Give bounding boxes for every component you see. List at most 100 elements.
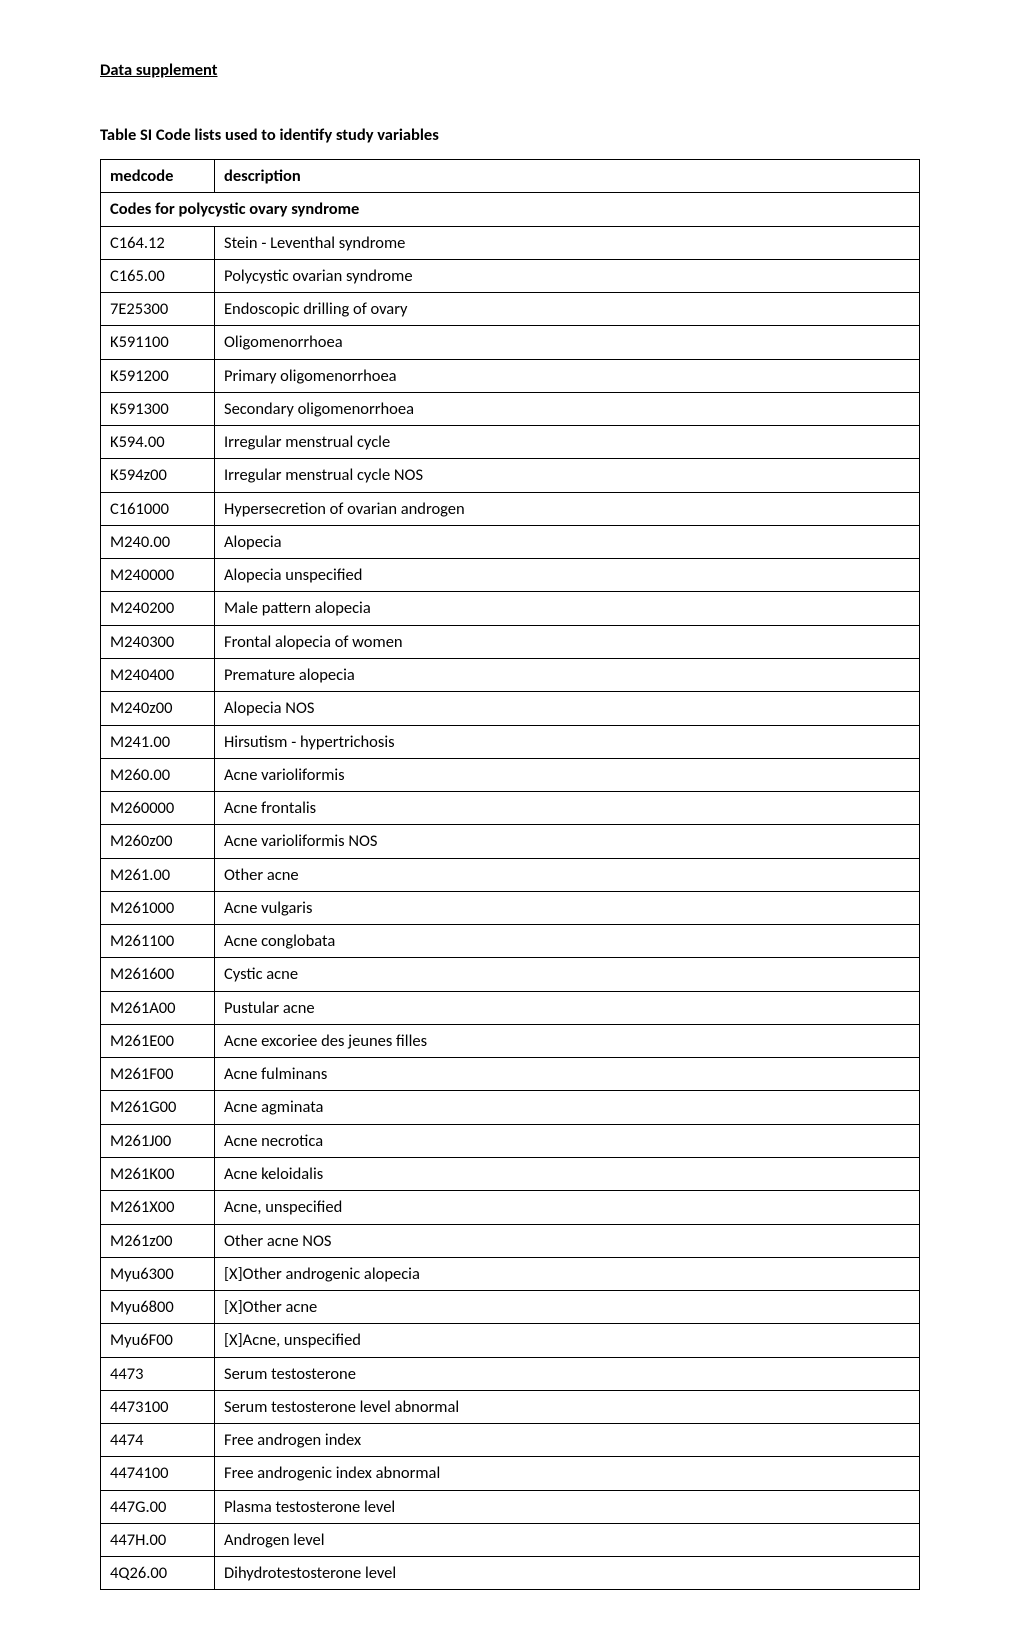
description-cell: Secondary oligomenorrhoea	[215, 392, 920, 425]
medcode-cell: 4474	[101, 1424, 215, 1457]
table-row: M240300Frontal alopecia of women	[101, 625, 920, 658]
medcode-cell: 4473100	[101, 1390, 215, 1423]
description-cell: Alopecia	[215, 525, 920, 558]
table-row: 4473Serum testosterone	[101, 1357, 920, 1390]
medcode-cell: K591100	[101, 326, 215, 359]
table-row: M261E00Acne excoriee des jeunes filles	[101, 1024, 920, 1057]
description-cell: [X]Acne, unspecified	[215, 1324, 920, 1357]
medcode-cell: M240.00	[101, 525, 215, 558]
description-cell: Pustular acne	[215, 991, 920, 1024]
description-cell: Other acne	[215, 858, 920, 891]
medcode-cell: C165.00	[101, 259, 215, 292]
description-cell: Oligomenorrhoea	[215, 326, 920, 359]
table-row: M240000Alopecia unspecified	[101, 559, 920, 592]
table-row: 447H.00Androgen level	[101, 1523, 920, 1556]
description-cell: Alopecia NOS	[215, 692, 920, 725]
description-cell: Serum testosterone	[215, 1357, 920, 1390]
table-row: M261F00Acne fulminans	[101, 1058, 920, 1091]
document-heading: Data supplement	[100, 60, 920, 80]
medcode-cell: K594z00	[101, 459, 215, 492]
medcode-cell: M261J00	[101, 1124, 215, 1157]
medcode-cell: 4473	[101, 1357, 215, 1390]
description-cell: Dihydrotestosterone level	[215, 1557, 920, 1590]
table-row: M261G00Acne agminata	[101, 1091, 920, 1124]
description-cell: Acne frontalis	[215, 792, 920, 825]
table-row: M261X00Acne, unspecified	[101, 1191, 920, 1224]
description-cell: Acne vulgaris	[215, 891, 920, 924]
table-row: C165.00Polycystic ovarian syndrome	[101, 259, 920, 292]
table-row: 4474100Free androgenic index abnormal	[101, 1457, 920, 1490]
table-row: K591100Oligomenorrhoea	[101, 326, 920, 359]
table-row: M240200Male pattern alopecia	[101, 592, 920, 625]
medcode-cell: 7E25300	[101, 293, 215, 326]
description-cell: Alopecia unspecified	[215, 559, 920, 592]
table-row: K594z00Irregular menstrual cycle NOS	[101, 459, 920, 492]
description-cell: Hirsutism - hypertrichosis	[215, 725, 920, 758]
description-cell: Acne fulminans	[215, 1058, 920, 1091]
table-row: C161000Hypersecretion of ovarian androge…	[101, 492, 920, 525]
table-row: M260.00Acne varioliformis	[101, 758, 920, 791]
table-row: M240z00Alopecia NOS	[101, 692, 920, 725]
description-cell: Primary oligomenorrhoea	[215, 359, 920, 392]
table-row: M240400Premature alopecia	[101, 658, 920, 691]
medcode-cell: M261G00	[101, 1091, 215, 1124]
medcode-cell: M240z00	[101, 692, 215, 725]
table-row: 447G.00Plasma testosterone level	[101, 1490, 920, 1523]
medcode-cell: M261K00	[101, 1157, 215, 1190]
table-row: K591200Primary oligomenorrhoea	[101, 359, 920, 392]
description-cell: Acne keloidalis	[215, 1157, 920, 1190]
table-row: K594.00Irregular menstrual cycle	[101, 426, 920, 459]
medcode-cell: 447H.00	[101, 1523, 215, 1556]
code-table: medcode description Codes for polycystic…	[100, 159, 920, 1590]
medcode-cell: M261X00	[101, 1191, 215, 1224]
description-cell: Acne excoriee des jeunes filles	[215, 1024, 920, 1057]
section-header-row: Codes for polycystic ovary syndrome	[101, 193, 920, 226]
description-cell: [X]Other acne	[215, 1291, 920, 1324]
medcode-cell: 4Q26.00	[101, 1557, 215, 1590]
medcode-cell: K591300	[101, 392, 215, 425]
medcode-cell: M261100	[101, 925, 215, 958]
description-cell: Plasma testosterone level	[215, 1490, 920, 1523]
table-row: 4Q26.00Dihydrotestosterone level	[101, 1557, 920, 1590]
description-cell: Male pattern alopecia	[215, 592, 920, 625]
medcode-cell: M261000	[101, 891, 215, 924]
medcode-cell: M261F00	[101, 1058, 215, 1091]
table-header-row: medcode description	[101, 160, 920, 193]
medcode-cell: M261600	[101, 958, 215, 991]
medcode-cell: M260000	[101, 792, 215, 825]
description-cell: Stein - Leventhal syndrome	[215, 226, 920, 259]
description-cell: Other acne NOS	[215, 1224, 920, 1257]
medcode-cell: 447G.00	[101, 1490, 215, 1523]
description-cell: Premature alopecia	[215, 658, 920, 691]
table-row: C164.12Stein - Leventhal syndrome	[101, 226, 920, 259]
description-cell: Acne conglobata	[215, 925, 920, 958]
medcode-cell: M260.00	[101, 758, 215, 791]
table-row: M261000Acne vulgaris	[101, 891, 920, 924]
table-row: M261K00Acne keloidalis	[101, 1157, 920, 1190]
table-row: M261.00Other acne	[101, 858, 920, 891]
table-row: M261600Cystic acne	[101, 958, 920, 991]
medcode-cell: M261z00	[101, 1224, 215, 1257]
description-cell: Irregular menstrual cycle	[215, 426, 920, 459]
description-cell: Free androgen index	[215, 1424, 920, 1457]
description-cell: Polycystic ovarian syndrome	[215, 259, 920, 292]
medcode-cell: C164.12	[101, 226, 215, 259]
section-header-cell: Codes for polycystic ovary syndrome	[101, 193, 920, 226]
table-row: M261z00Other acne NOS	[101, 1224, 920, 1257]
table-row: M260z00Acne varioliformis NOS	[101, 825, 920, 858]
medcode-cell: M261A00	[101, 991, 215, 1024]
table-row: M241.00Hirsutism - hypertrichosis	[101, 725, 920, 758]
description-cell: Free androgenic index abnormal	[215, 1457, 920, 1490]
medcode-cell: M240200	[101, 592, 215, 625]
column-header-medcode: medcode	[101, 160, 215, 193]
description-cell: Endoscopic drilling of ovary	[215, 293, 920, 326]
description-cell: Acne varioliformis	[215, 758, 920, 791]
description-cell: Irregular menstrual cycle NOS	[215, 459, 920, 492]
description-cell: Acne necrotica	[215, 1124, 920, 1157]
medcode-cell: K594.00	[101, 426, 215, 459]
medcode-cell: C161000	[101, 492, 215, 525]
medcode-cell: M241.00	[101, 725, 215, 758]
medcode-cell: M240400	[101, 658, 215, 691]
medcode-cell: M240000	[101, 559, 215, 592]
table-row: 7E25300Endoscopic drilling of ovary	[101, 293, 920, 326]
